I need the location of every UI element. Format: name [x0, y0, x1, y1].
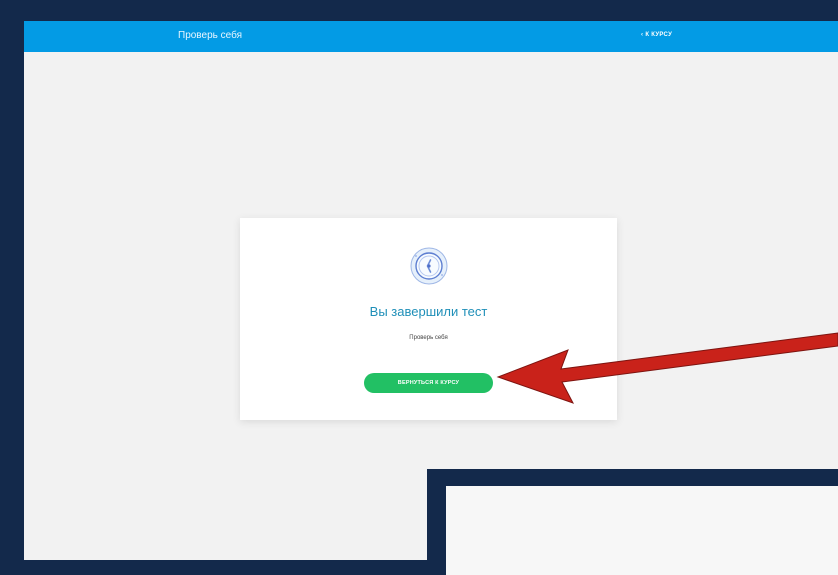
- return-to-course-button[interactable]: ВЕРНУТЬСЯ К КУРСУ: [364, 373, 493, 393]
- back-to-course-link[interactable]: ‹ К КУРСУ: [641, 32, 672, 38]
- blank-panel: [446, 486, 838, 575]
- test-complete-title: Вы завершили тест: [369, 304, 488, 319]
- top-navigation-bar: Проверь себя ‹ К КУРСУ: [24, 21, 838, 52]
- chevron-left-icon: ‹: [641, 32, 644, 38]
- page-title: Проверь себя: [178, 30, 242, 41]
- test-subtitle: Проверь себя: [409, 335, 448, 341]
- test-complete-card: Вы завершили тест Проверь себя ВЕРНУТЬСЯ…: [240, 218, 617, 420]
- compass-badge-icon: [410, 247, 448, 285]
- back-to-course-label: К КУРСУ: [645, 32, 673, 38]
